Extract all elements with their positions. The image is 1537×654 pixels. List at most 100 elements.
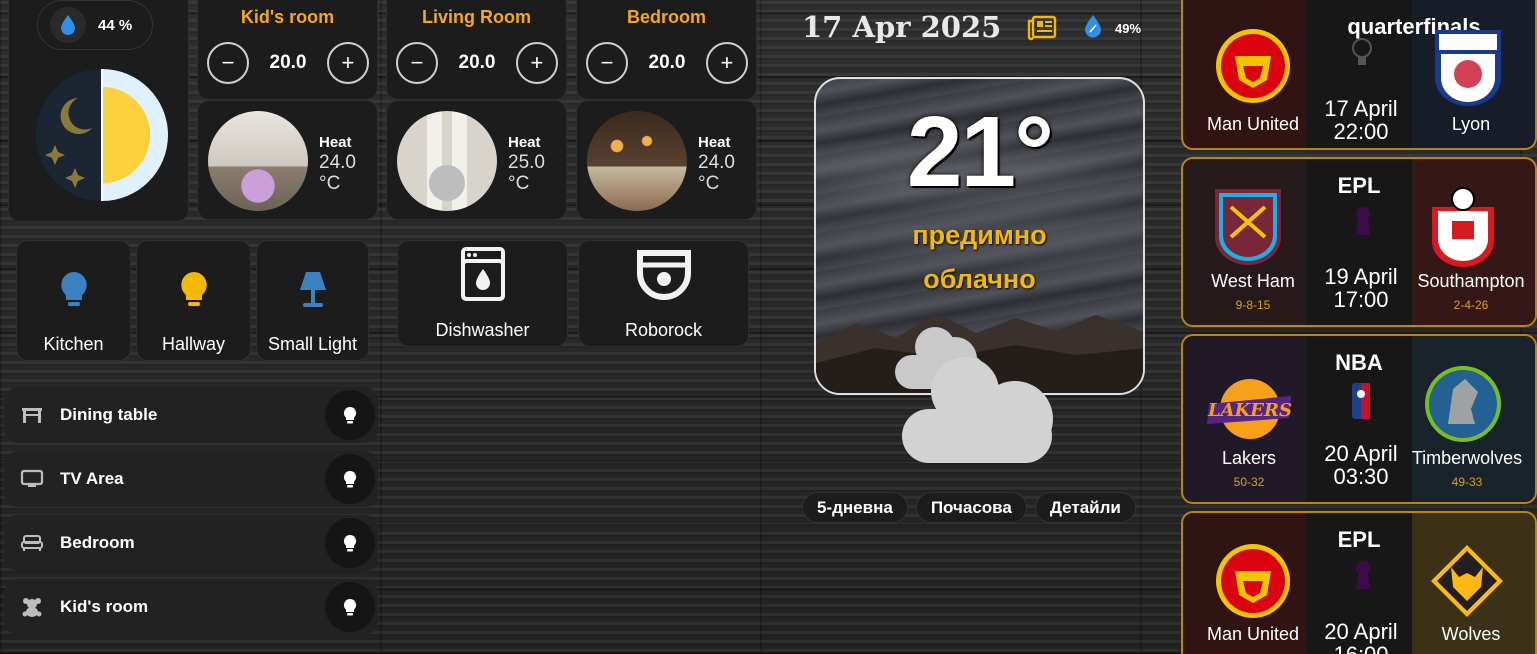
hvac-mode: Heat bbox=[698, 134, 731, 151]
room-status-living-room[interactable]: Heat 25.0 °C bbox=[386, 100, 567, 220]
room-title: Living Room bbox=[422, 7, 531, 27]
tv-icon bbox=[4, 469, 60, 489]
increase-button[interactable]: + bbox=[705, 42, 748, 84]
bulb-icon bbox=[343, 534, 357, 551]
match-card[interactable]: EPL West Ham 9-8-15 19 April 17:00 South… bbox=[1181, 157, 1537, 327]
humidity-drop-icon bbox=[1084, 14, 1102, 43]
tab-5-day[interactable]: 5-дневна bbox=[802, 492, 908, 523]
lyon-crest-icon bbox=[1433, 28, 1503, 113]
bulb-icon bbox=[343, 406, 357, 423]
room-photo bbox=[208, 111, 308, 211]
away-team: Timberwolves bbox=[1411, 448, 1523, 468]
area-label: TV Area bbox=[60, 469, 124, 488]
decrease-button[interactable]: − bbox=[396, 42, 438, 84]
weather-humidity: 49% bbox=[1115, 21, 1142, 36]
nba-logo-icon bbox=[1351, 382, 1371, 425]
away-record: 49-33 bbox=[1451, 475, 1483, 489]
increase-button[interactable]: + bbox=[326, 42, 369, 84]
tile-label: Kitchen bbox=[43, 334, 104, 354]
lamp-icon bbox=[297, 269, 329, 311]
wolves-crest-icon bbox=[1429, 543, 1505, 624]
weather-tabs: 5-дневна Почасова Детайли bbox=[802, 492, 1136, 523]
area-row-dining-table[interactable]: Dining table bbox=[4, 387, 378, 443]
sun-moon-icon bbox=[30, 60, 175, 210]
west-ham-crest-icon bbox=[1213, 187, 1283, 272]
area-row-kids-room[interactable]: Kid's room bbox=[4, 579, 378, 635]
southampton-crest-icon bbox=[1428, 185, 1498, 272]
tab-hourly[interactable]: Почасова bbox=[915, 492, 1027, 523]
man-united-crest-icon bbox=[1213, 541, 1293, 626]
temperature-unit: °C bbox=[319, 173, 341, 194]
away-team: Southampton bbox=[1417, 271, 1525, 291]
home-team: Lakers bbox=[1221, 448, 1277, 468]
room-status-kids-room[interactable]: Heat 24.0 °C bbox=[197, 100, 378, 220]
area-row-bedroom[interactable]: Bedroom bbox=[4, 515, 378, 571]
tile-label: Roborock bbox=[624, 320, 703, 340]
current-temperature: 24.0 bbox=[319, 152, 356, 173]
humidity-pill[interactable]: 44 % bbox=[37, 0, 153, 50]
timberwolves-logo-icon bbox=[1423, 364, 1503, 449]
current-temperature: 25.0 bbox=[508, 152, 545, 173]
room-photo bbox=[587, 111, 687, 211]
away-record: 2-4-26 bbox=[1453, 298, 1489, 312]
news-icon[interactable] bbox=[1027, 15, 1057, 46]
target-temperature: 20.0 bbox=[458, 52, 496, 73]
room-title: Bedroom bbox=[626, 7, 706, 27]
table-icon bbox=[4, 406, 60, 424]
area-label: Bedroom bbox=[60, 533, 135, 552]
match-card[interactable]: EPL Man United 10-9-14 20 April 16:00 Wo… bbox=[1181, 511, 1537, 654]
away-team: Lyon bbox=[1451, 114, 1491, 134]
tile-label: Dishwasher bbox=[435, 320, 530, 340]
room-status-bedroom[interactable]: Heat 24.0 °C bbox=[576, 100, 757, 220]
light-toggle-button[interactable] bbox=[325, 518, 375, 568]
cloud-icon bbox=[893, 325, 1055, 472]
weather-date: 17 Apr 2025 bbox=[802, 10, 1002, 44]
appliance-tile-dishwasher[interactable]: Dishwasher bbox=[397, 240, 568, 347]
tile-label: Hallway bbox=[161, 334, 226, 354]
away-team: Wolves bbox=[1441, 624, 1501, 644]
temperature-stepper: − 20.0 + bbox=[586, 42, 748, 84]
bulb-icon bbox=[343, 598, 357, 615]
thermostat-bedroom: Bedroom − 20.0 + bbox=[576, 0, 757, 100]
bulb-icon bbox=[343, 470, 357, 487]
vacuum-icon bbox=[636, 250, 692, 300]
hvac-mode: Heat bbox=[319, 134, 352, 151]
light-tile-kitchen[interactable]: Kitchen bbox=[16, 240, 131, 361]
humidity-value: 44 % bbox=[98, 16, 133, 34]
appliance-tile-roborock[interactable]: Roborock bbox=[578, 240, 749, 347]
area-row-tv-area[interactable]: TV Area bbox=[4, 451, 378, 507]
light-tile-small-light[interactable]: Small Light bbox=[256, 240, 369, 361]
area-label: Dining table bbox=[60, 405, 158, 424]
temperature-stepper: − 20.0 + bbox=[396, 42, 558, 84]
tile-label: Small Light bbox=[267, 334, 358, 354]
premier-league-icon bbox=[1350, 205, 1376, 244]
light-tile-hallway[interactable]: Hallway bbox=[136, 240, 251, 361]
europa-league-icon bbox=[1348, 34, 1376, 73]
room-title: Kid's room bbox=[240, 7, 335, 27]
light-toggle-button[interactable] bbox=[325, 390, 375, 440]
teddy-bear-icon bbox=[4, 596, 60, 618]
temperature-unit: °C bbox=[508, 173, 530, 194]
target-temperature: 20.0 bbox=[269, 52, 307, 73]
light-toggle-button[interactable] bbox=[325, 454, 375, 504]
bulb-icon bbox=[180, 269, 208, 311]
temperature-stepper: − 20.0 + bbox=[207, 42, 369, 84]
thermostat-living-room: Living Room − 20.0 + bbox=[386, 0, 567, 100]
room-photo bbox=[397, 111, 497, 211]
increase-button[interactable]: + bbox=[515, 42, 558, 84]
current-temperature: 24.0 bbox=[698, 152, 735, 173]
bed-icon bbox=[4, 534, 60, 552]
bulb-icon bbox=[60, 269, 88, 311]
temperature-unit: °C bbox=[698, 173, 720, 194]
match-card[interactable]: quarterfinals Man United 17 April 22:00 … bbox=[1181, 0, 1537, 150]
man-united-crest-icon bbox=[1213, 26, 1293, 111]
premier-league-icon bbox=[1350, 559, 1376, 598]
tab-details[interactable]: Детайли bbox=[1034, 492, 1136, 523]
decrease-button[interactable]: − bbox=[207, 42, 249, 84]
match-card[interactable]: NBA LAKERS Lakers 50-32 20 April 03:30 T… bbox=[1181, 334, 1537, 504]
target-temperature: 20.0 bbox=[648, 52, 686, 73]
decrease-button[interactable]: − bbox=[586, 42, 628, 84]
light-toggle-button[interactable] bbox=[325, 582, 375, 632]
svg-text:LAKERS: LAKERS bbox=[1207, 400, 1292, 421]
water-drop-icon bbox=[50, 7, 86, 43]
